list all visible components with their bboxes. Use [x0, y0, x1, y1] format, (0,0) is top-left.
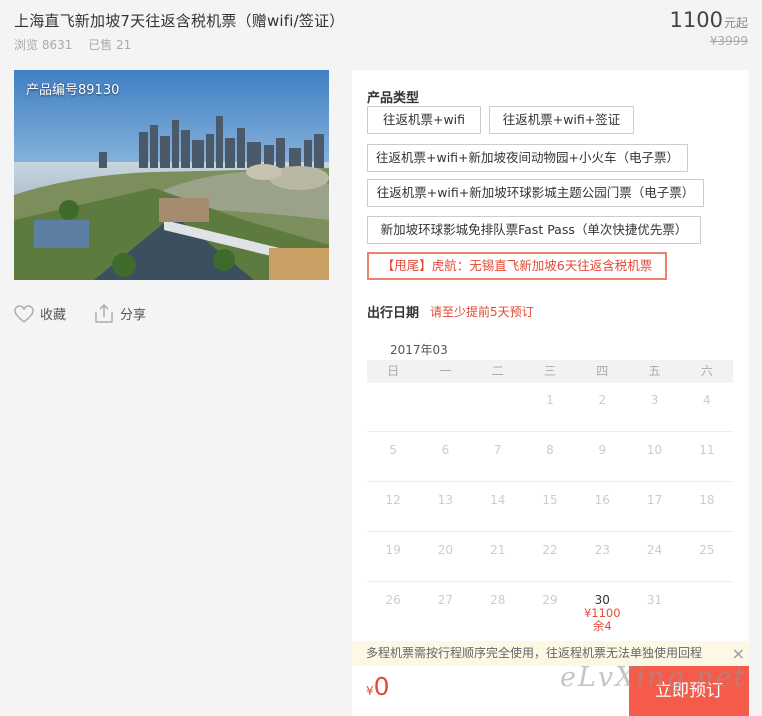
calendar-week-3: 12 13 14 15 16 17 18 — [367, 483, 733, 532]
calendar-day — [419, 383, 471, 431]
calendar-day: 19 — [385, 543, 401, 557]
calendar-day: 5 — [389, 443, 397, 457]
weekday-thu: 四 — [596, 364, 609, 378]
share-icon — [95, 304, 113, 323]
calendar-day: 1 — [546, 393, 554, 407]
price-value: 1100 — [669, 8, 723, 32]
product-title: 上海直飞新加坡7天往返含税机票（赠wifi/签证） — [14, 12, 345, 30]
calendar-day: 10 — [646, 443, 663, 457]
calendar-day: 29 — [542, 593, 558, 607]
option-flight-wifi-universal[interactable]: 往返机票+wifi+新加坡环球影城主题公园门票（电子票） — [367, 179, 704, 207]
option-flight-wifi-night-safari[interactable]: 往返机票+wifi+新加坡夜间动物园+小火车（电子票） — [367, 144, 688, 172]
calendar-week-4: 19 20 21 22 23 24 25 — [367, 533, 733, 582]
price-suffix: 元起 — [723, 16, 748, 30]
calendar-month: 2017年03 — [390, 343, 448, 357]
heart-icon — [14, 304, 34, 323]
product-code: 产品编号89130 — [26, 83, 120, 98]
weekday-wed: 三 — [543, 364, 556, 378]
travel-date-label: 出行日期 — [367, 306, 420, 321]
total-amount: 0 — [373, 672, 390, 701]
weekday-mon: 一 — [439, 364, 452, 378]
weekday-sat: 六 — [700, 364, 713, 378]
calendar-day: 4 — [703, 393, 711, 407]
calendar-week-5: 26 27 28 29 30 ¥1100 余4 31 — [367, 583, 733, 637]
calendar-day: 14 — [490, 493, 506, 507]
option-flight-wifi[interactable]: 往返机票+wifi — [367, 106, 481, 134]
singapore-skyline-image — [14, 70, 329, 280]
actions-bar: 收藏 分享 — [14, 304, 146, 323]
option-universal-fast-pass[interactable]: 新加坡环球影城免排队票Fast Pass（单次快捷优先票） — [367, 216, 701, 244]
product-type-label: 产品类型 — [367, 91, 420, 106]
calendar-day: 22 — [542, 543, 558, 557]
calendar-day-available[interactable]: 30 ¥1100 余4 — [576, 583, 628, 637]
product-stats: 浏览 8631 已售 21 — [14, 36, 143, 53]
calendar-day: 15 — [542, 493, 558, 507]
option-flight-wifi-visa[interactable]: 往返机票+wifi+签证 — [489, 106, 634, 134]
product-image: 产品编号89130 — [14, 70, 329, 280]
calendar-day: 9 — [598, 443, 607, 457]
calendar-day: 17 — [646, 493, 663, 507]
calendar-day: 23 — [594, 543, 610, 557]
calendar-weekdays: 日 一 二 三 四 五 六 — [367, 360, 733, 383]
weekday-tue: 二 — [491, 364, 504, 378]
calendar-day: 7 — [493, 443, 502, 457]
favorite-button[interactable]: 收藏 — [14, 304, 66, 323]
total-currency: ¥ — [366, 684, 374, 698]
favorite-label: 收藏 — [40, 308, 67, 323]
close-icon[interactable]: × — [732, 641, 745, 666]
calendar-day: 3 — [650, 393, 659, 407]
calendar-day: 21 — [490, 543, 506, 557]
notice-text: 多程机票需按行程顺序完全使用，往返程机票无法单独使用回程 — [366, 646, 703, 660]
calendar-day: 28 — [490, 593, 506, 607]
available-day-number: 30 — [594, 593, 610, 607]
calendar-day — [472, 383, 524, 431]
calendar-day — [367, 383, 419, 431]
original-price: ¥3999 — [709, 34, 748, 48]
option-tiger-air-promo[interactable]: 【甩尾】虎航：无锡直飞新加坡6天往返含税机票 — [367, 252, 667, 280]
calendar-day: 18 — [699, 493, 715, 507]
views-count: 浏览 8631 — [14, 38, 73, 52]
calendar-day: 16 — [594, 493, 610, 507]
calendar-day: 31 — [646, 593, 663, 607]
share-label: 分享 — [120, 308, 147, 323]
calendar-week-1: 1 2 3 4 — [367, 383, 733, 432]
calendar-day — [681, 583, 733, 637]
price-block: 1100元起 ¥3999 — [670, 8, 748, 48]
calendar-day: 12 — [385, 493, 401, 507]
calendar-day: 11 — [699, 443, 715, 457]
weekday-sun: 日 — [387, 364, 400, 378]
calendar-day: 26 — [385, 593, 401, 607]
book-now-button[interactable]: 立即预订 — [629, 666, 749, 716]
date-hint: 请至少提前5天预订 — [430, 305, 534, 319]
calendar-day: 8 — [546, 443, 554, 457]
calendar-day: 24 — [646, 543, 663, 557]
current-price: 1100元起 — [670, 8, 748, 32]
calendar-day: 13 — [437, 493, 454, 507]
calendar-day: 2 — [598, 393, 607, 407]
share-button[interactable]: 分享 — [94, 304, 146, 323]
calendar-week-2: 5 6 7 8 9 10 11 — [367, 433, 733, 482]
total-price: ¥0 — [366, 672, 390, 701]
booking-panel: 产品类型 往返机票+wifi 往返机票+wifi+签证 往返机票+wifi+新加… — [352, 70, 749, 716]
calendar-day: 20 — [437, 543, 454, 557]
weekday-fri: 五 — [648, 364, 661, 378]
sold-count: 已售 21 — [88, 38, 132, 52]
available-day-stock: 余4 — [592, 619, 612, 633]
calendar-day: 27 — [437, 593, 454, 607]
calendar-day: 6 — [441, 443, 450, 457]
calendar-day: 25 — [699, 543, 715, 557]
ticket-notice: 多程机票需按行程顺序完全使用，往返程机票无法单独使用回程 × — [352, 641, 749, 666]
